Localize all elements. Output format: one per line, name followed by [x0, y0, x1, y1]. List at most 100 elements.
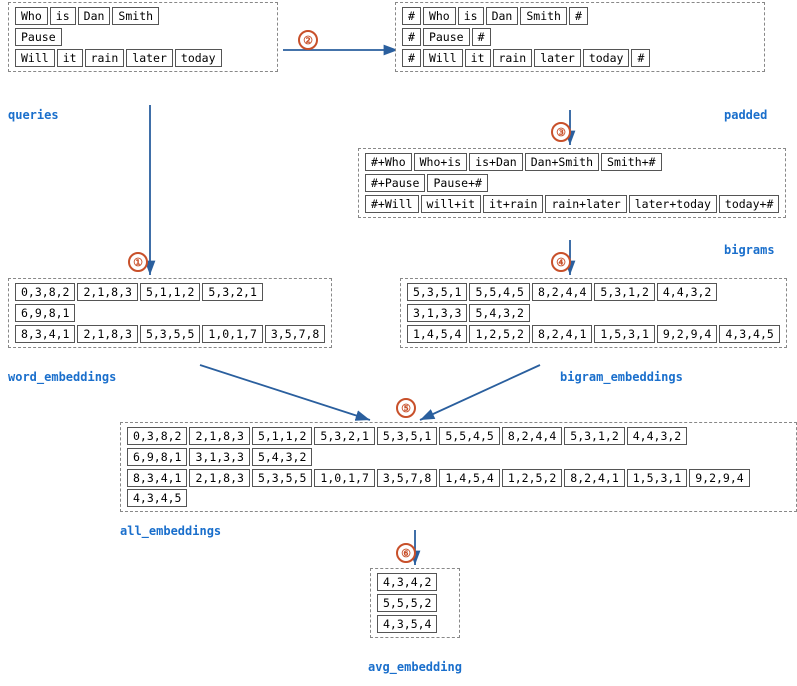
token: 1,5,3,1 [627, 469, 687, 487]
be-row2: 3,1,3,3 5,4,3,2 [407, 304, 780, 322]
queries-row3: Will it rain later today [15, 49, 271, 67]
be-row1: 5,3,5,1 5,5,4,5 8,2,4,4 5,3,1,2 4,4,3,2 [407, 283, 780, 301]
avg-embedding-box: 4,3,4,2 5,5,5,2 4,3,5,4 [370, 568, 460, 638]
token: 1,5,3,1 [594, 325, 654, 343]
token: 1,2,5,2 [502, 469, 562, 487]
token: later [126, 49, 173, 67]
token: 5,5,4,5 [469, 283, 529, 301]
padded-label: padded [724, 108, 767, 122]
circle-3: ③ [551, 122, 571, 142]
circle-1: ① [128, 252, 148, 272]
token: later+today [629, 195, 717, 213]
token: 2,1,8,3 [189, 469, 249, 487]
token: # [402, 7, 421, 25]
token: 8,3,4,1 [15, 325, 75, 343]
token: Pause+# [427, 174, 487, 192]
padded-row3: # Will it rain later today # [402, 49, 758, 67]
queries-box: Who is Dan Smith Pause Will it rain late… [8, 2, 278, 72]
token: is+Dan [469, 153, 523, 171]
token: Smith+# [601, 153, 661, 171]
avg-row1: 4,3,4,2 [377, 573, 453, 591]
bigrams-row3: #+Will will+it it+rain rain+later later+… [365, 195, 779, 213]
token: 5,1,1,2 [140, 283, 200, 301]
token: 8,2,4,1 [564, 469, 624, 487]
all-embeddings-box: 0,3,8,2 2,1,8,3 5,1,1,2 5,3,2,1 5,3,5,1 … [120, 422, 797, 512]
token: 6,9,8,1 [15, 304, 75, 322]
token: is [50, 7, 76, 25]
queries-row1: Who is Dan Smith [15, 7, 271, 25]
token: 5,5,5,2 [377, 594, 437, 612]
token: 1,2,5,2 [469, 325, 529, 343]
token: # [402, 49, 421, 67]
token: rain [493, 49, 533, 67]
queries-row2: Pause [15, 28, 271, 46]
token: 4,4,3,2 [627, 427, 687, 445]
bigrams-row1: #+Who Who+is is+Dan Dan+Smith Smith+# [365, 153, 779, 171]
token: Dan+Smith [525, 153, 599, 171]
token: 4,3,4,5 [719, 325, 779, 343]
ae-row2: 6,9,8,1 3,1,3,3 5,4,3,2 [127, 448, 790, 466]
token: 0,3,8,2 [15, 283, 75, 301]
token: rain [85, 49, 125, 67]
avg-row3: 4,3,5,4 [377, 615, 453, 633]
bigrams-label: bigrams [724, 243, 775, 257]
token: 2,1,8,3 [77, 325, 137, 343]
token: Who+is [414, 153, 468, 171]
token: 8,2,4,4 [532, 283, 592, 301]
token: 5,4,3,2 [252, 448, 312, 466]
token: 4,3,4,2 [377, 573, 437, 591]
token: 4,3,5,4 [377, 615, 437, 633]
token: 8,3,4,1 [127, 469, 187, 487]
token: Who [423, 7, 456, 25]
token: it [57, 49, 83, 67]
token: #+Who [365, 153, 412, 171]
token: 4,3,4,5 [127, 489, 187, 507]
word-embeddings-box: 0,3,8,2 2,1,8,3 5,1,1,2 5,3,2,1 6,9,8,1 … [8, 278, 332, 348]
token: 5,4,3,2 [469, 304, 529, 322]
token: Will [15, 49, 55, 67]
token: rain+later [545, 195, 626, 213]
circle-4: ④ [551, 252, 571, 272]
token: 3,1,3,3 [407, 304, 467, 322]
token: 8,2,4,1 [532, 325, 592, 343]
token: 5,3,5,1 [407, 283, 467, 301]
bigrams-box: #+Who Who+is is+Dan Dan+Smith Smith+# #+… [358, 148, 786, 218]
token: 5,5,4,5 [439, 427, 499, 445]
token: will+it [421, 195, 481, 213]
token: 5,3,1,2 [594, 283, 654, 301]
circle-6: ⑥ [396, 543, 416, 563]
token: it [465, 49, 491, 67]
token: Pause [15, 28, 62, 46]
token: Dan [78, 7, 111, 25]
token: 4,4,3,2 [657, 283, 717, 301]
token: # [472, 28, 491, 46]
token: 2,1,8,3 [77, 283, 137, 301]
token: today+# [719, 195, 779, 213]
avg-embedding-label: avg_embedding [368, 660, 462, 674]
we-row2: 6,9,8,1 [15, 304, 325, 322]
token: 9,2,9,4 [657, 325, 717, 343]
token: # [631, 49, 650, 67]
token: today [583, 49, 630, 67]
token: 3,5,7,8 [265, 325, 325, 343]
token: 1,4,5,4 [439, 469, 499, 487]
token: 5,3,5,5 [252, 469, 312, 487]
token: is [458, 7, 484, 25]
padded-row2: # Pause # [402, 28, 758, 46]
bigram-embeddings-box: 5,3,5,1 5,5,4,5 8,2,4,4 5,3,1,2 4,4,3,2 … [400, 278, 787, 348]
we-row1: 0,3,8,2 2,1,8,3 5,1,1,2 5,3,2,1 [15, 283, 325, 301]
token: 5,3,5,1 [377, 427, 437, 445]
avg-row2: 5,5,5,2 [377, 594, 453, 612]
word-embeddings-label: word_embeddings [8, 370, 116, 384]
token: 9,2,9,4 [689, 469, 749, 487]
token: # [569, 7, 588, 25]
token: 3,1,3,3 [189, 448, 249, 466]
token: 6,9,8,1 [127, 448, 187, 466]
token: #+Pause [365, 174, 425, 192]
circle-2: ② [298, 30, 318, 50]
token: Dan [486, 7, 519, 25]
padded-row1: # Who is Dan Smith # [402, 7, 758, 25]
token: 1,4,5,4 [407, 325, 467, 343]
token: 5,1,1,2 [252, 427, 312, 445]
token: 5,3,5,5 [140, 325, 200, 343]
